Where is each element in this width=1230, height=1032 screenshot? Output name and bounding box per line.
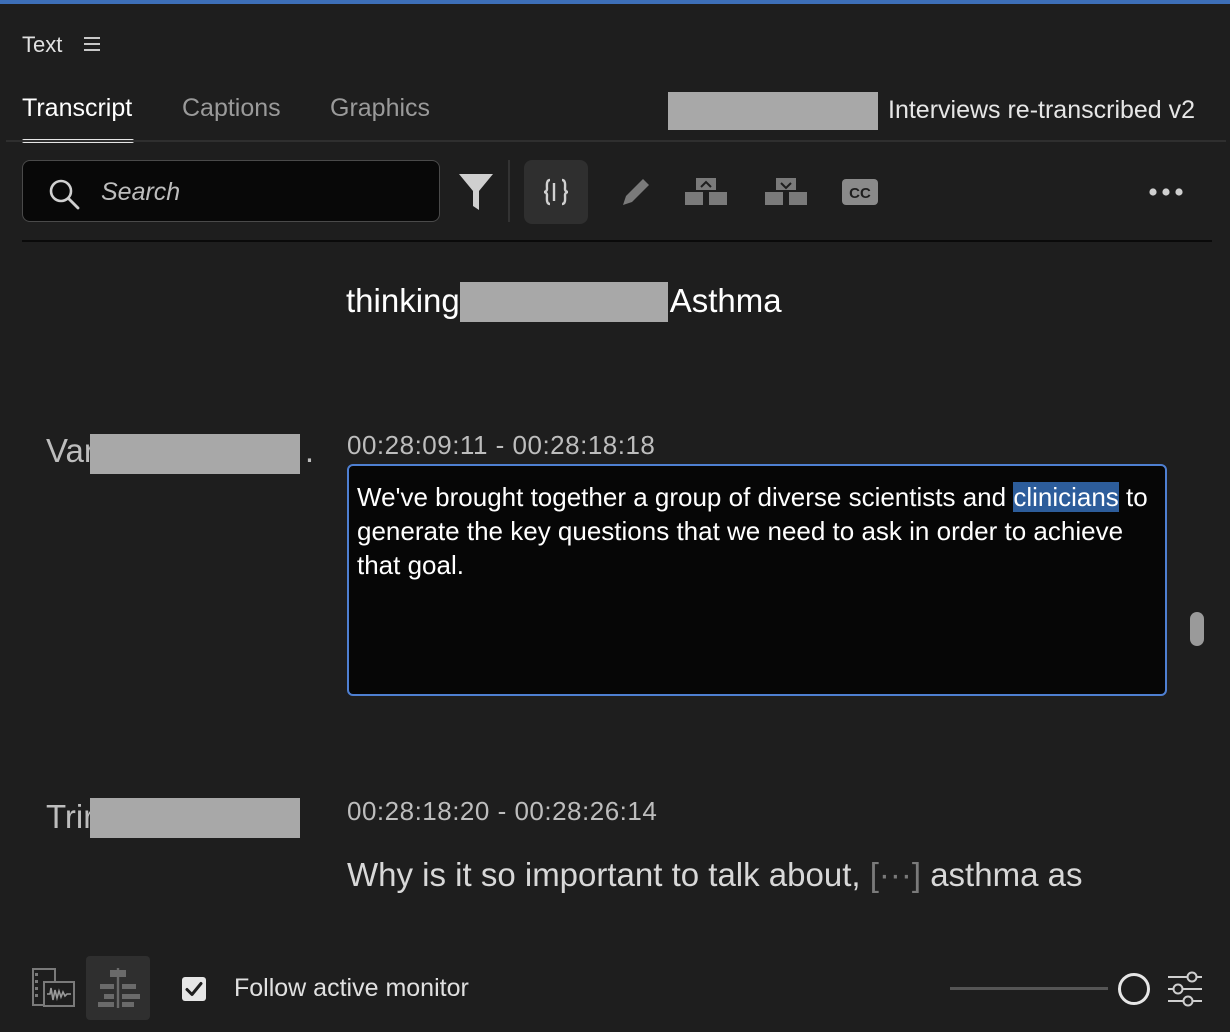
more-options-button[interactable] (1134, 160, 1198, 224)
word[interactable]: thinking (346, 282, 460, 319)
redacted-block (90, 434, 300, 474)
zoom-slider-track[interactable] (950, 987, 1108, 990)
word[interactable]: Asthma (670, 282, 782, 319)
checkmark-icon (185, 982, 203, 996)
timeline-captions-icon (98, 968, 140, 1008)
sliders-settings-icon (1168, 971, 1202, 1007)
segment-timecode: 00:28:18:20 - 00:28:26:14 (347, 796, 658, 826)
tabs-divider (6, 140, 1226, 142)
panel-title: Text (22, 32, 63, 57)
display-settings-button[interactable] (1166, 970, 1204, 1008)
tab-transcript[interactable]: Transcript (22, 94, 132, 123)
edit-pencil-icon (623, 179, 649, 205)
pause-marker[interactable]: [···] (870, 856, 921, 893)
segment-text[interactable]: Why is it so important to talk about, [·… (347, 856, 1082, 894)
tab-captions[interactable]: Captions (182, 94, 281, 123)
selected-word[interactable]: clinicians (1013, 482, 1119, 512)
svg-text:CC: CC (849, 185, 871, 202)
transcript-view-button[interactable] (30, 966, 76, 1010)
split-segment-button[interactable] (674, 160, 738, 224)
filter-icon (459, 174, 493, 210)
speaker-label[interactable]: Trir (46, 798, 94, 836)
sequence-title[interactable]: Interviews re-transcribed v2 (888, 96, 1195, 125)
tab-graphics[interactable]: Graphics (330, 94, 430, 123)
film-waveform-icon (32, 968, 75, 1007)
segment-timecode: 00:28:09:11 - 00:28:18:18 (347, 430, 656, 460)
redacted-block (668, 92, 878, 130)
merge-segments-button[interactable] (524, 160, 588, 224)
merge-segments-icon (543, 178, 569, 206)
zoom-slider-thumb[interactable] (1118, 973, 1150, 1005)
captions-track-view-button[interactable] (86, 956, 150, 1020)
toolbar-separator (508, 160, 510, 222)
search-icon (49, 179, 80, 210)
search-box[interactable] (22, 160, 440, 222)
follow-active-monitor-checkbox[interactable] (182, 977, 206, 1001)
merge-clips-button[interactable] (754, 160, 818, 224)
split-segment-icon (685, 178, 727, 205)
edit-button[interactable] (604, 160, 668, 224)
more-icon (1149, 188, 1183, 196)
search-input[interactable] (99, 173, 423, 211)
bottom-bar: Follow active monitor (0, 942, 1230, 1032)
window-top-accent (0, 0, 1230, 4)
filter-button[interactable] (444, 160, 508, 224)
transcript-list[interactable]: thinking Asthma Var. 00:28:09:11 - 00:28:… (0, 242, 1230, 942)
create-captions-button[interactable]: CC (828, 160, 892, 224)
panel-menu-icon[interactable] (84, 37, 100, 51)
merge-clips-icon (765, 178, 807, 205)
redacted-block (90, 798, 300, 838)
follow-active-monitor-label[interactable]: Follow active monitor (234, 974, 469, 1003)
segment-text-editor[interactable]: We've brought together a group of divers… (347, 464, 1167, 696)
transcript-scrollbar[interactable] (1190, 612, 1204, 646)
redacted-block (460, 282, 668, 322)
create-captions-icon: CC (842, 179, 878, 205)
